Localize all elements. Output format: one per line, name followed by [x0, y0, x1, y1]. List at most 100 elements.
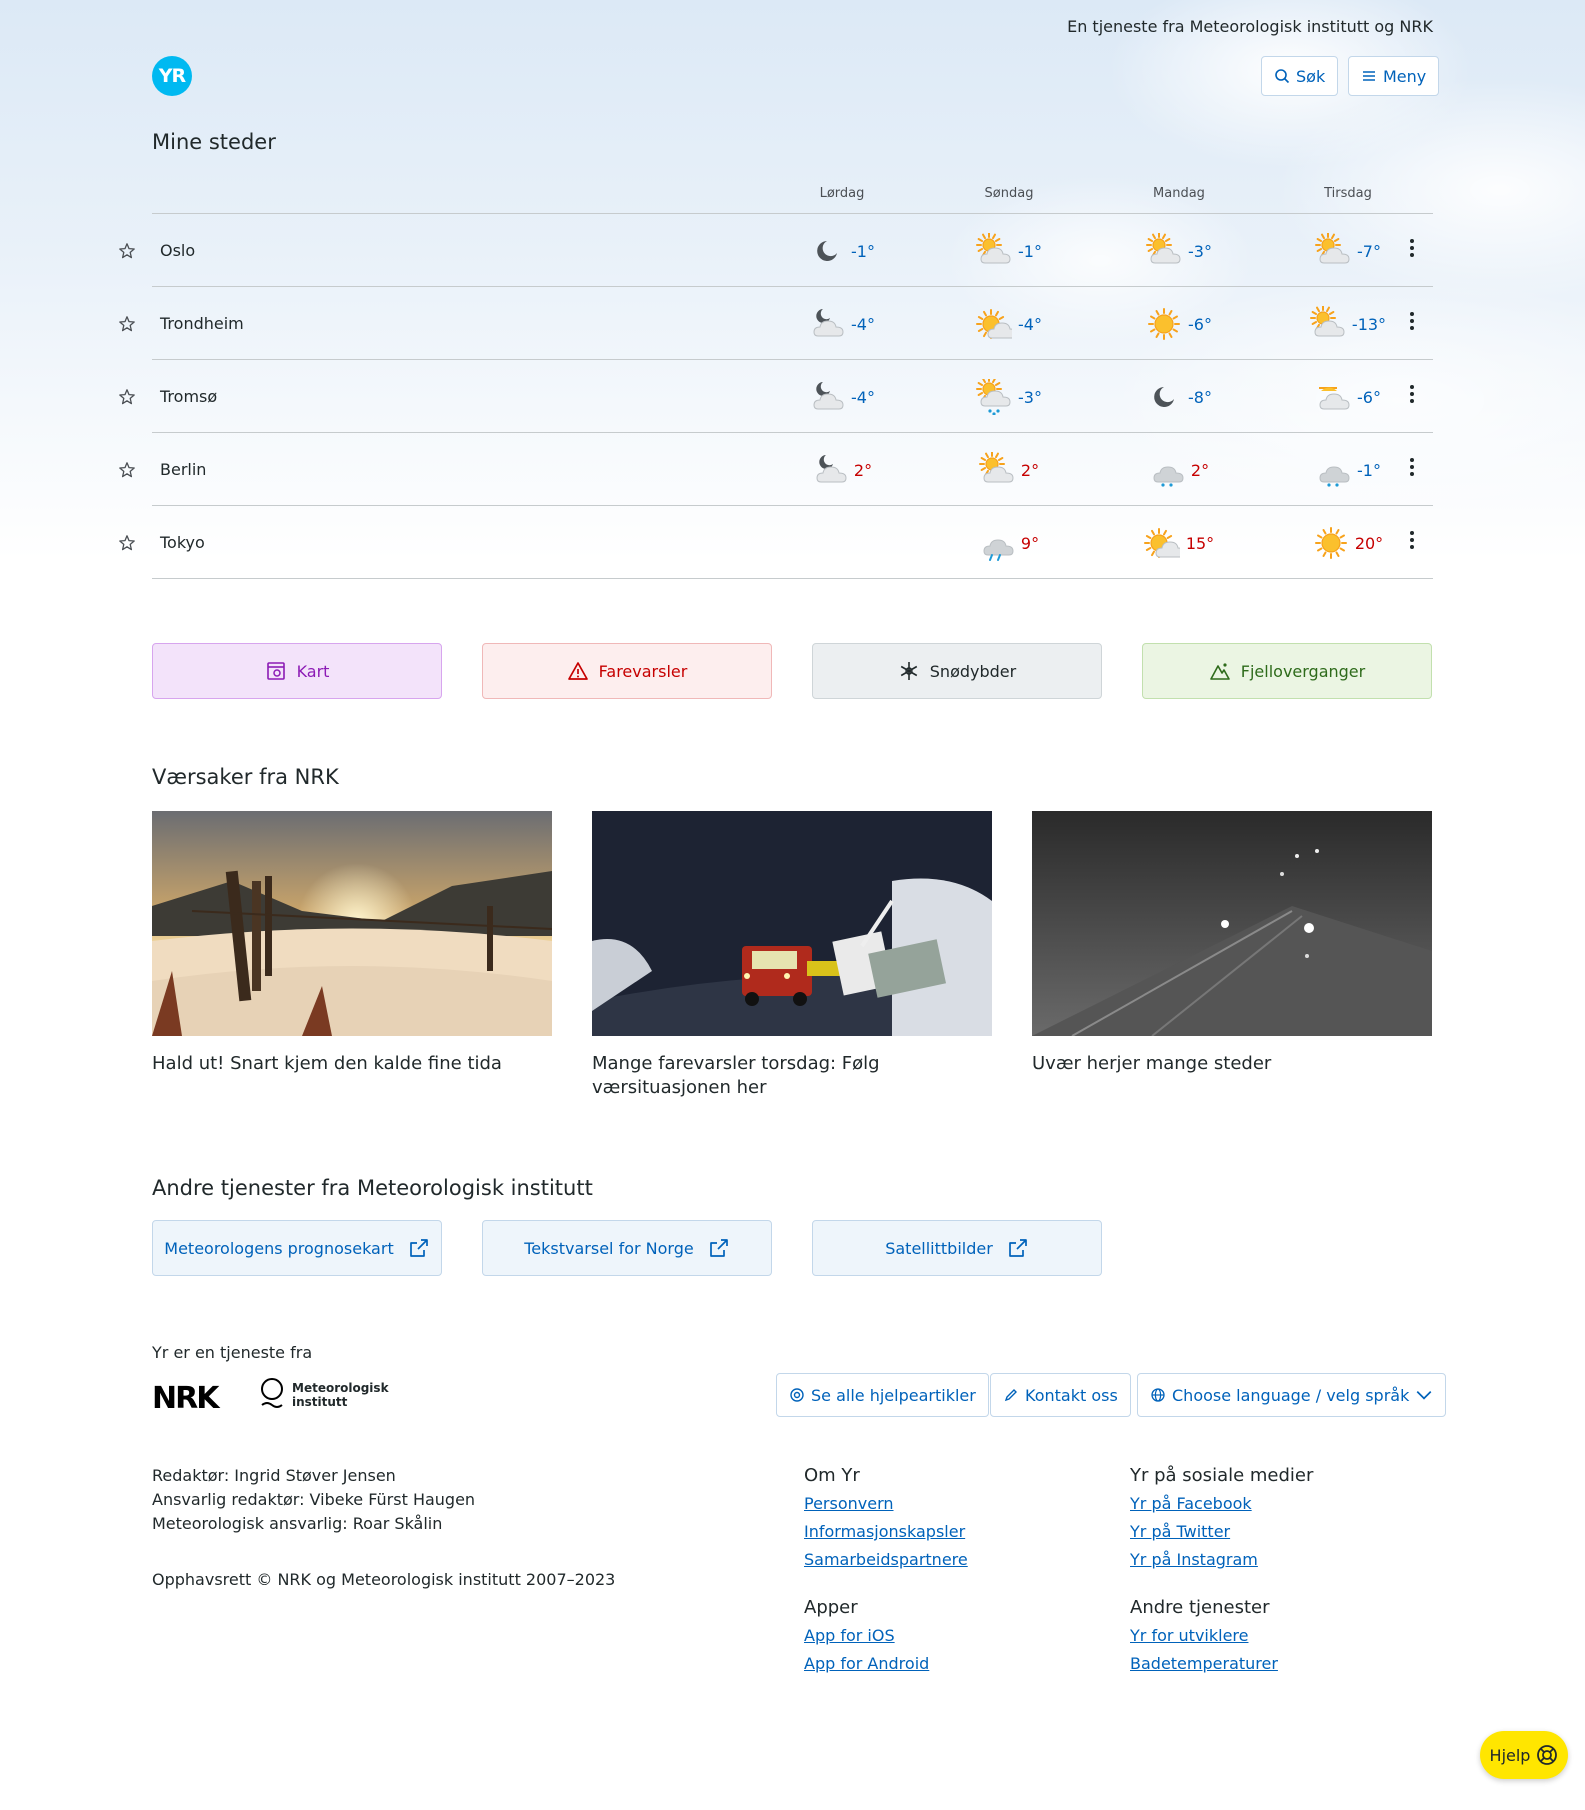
place-name[interactable]: Trondheim — [160, 314, 244, 333]
star-icon[interactable] — [118, 461, 136, 479]
footer-link[interactable]: App for Android — [804, 1650, 929, 1678]
place-row-berlin[interactable]: Berlin 2° 2° 2° -1° — [119, 433, 1433, 506]
footer-link[interactable]: Informasjonskapsler — [804, 1518, 968, 1546]
place-name[interactable]: Berlin — [160, 460, 206, 479]
met-logo[interactable]: Meteorologisk institutt — [260, 1377, 389, 1413]
menu-button[interactable]: Meny — [1348, 56, 1440, 96]
place-row-tromsø[interactable]: Tromsø -4° -3° -8° -6° — [119, 360, 1433, 433]
star-icon[interactable] — [118, 388, 136, 406]
forecast-cell[interactable]: -4° — [777, 306, 907, 342]
place-row-trondheim[interactable]: Trondheim -4° -4° -6° -13° — [119, 287, 1433, 360]
quicklink-fjelloverganger-button[interactable]: Fjelloverganger — [1142, 643, 1432, 699]
partly-cloudy-icon — [978, 452, 1014, 483]
footer-column-other-services: Andre tjenester Yr for utviklere Badetem… — [1130, 1597, 1278, 1678]
quicklink-label: Farevarsler — [598, 661, 688, 681]
footer-column-title: Apper — [804, 1597, 858, 1618]
more-options-icon[interactable] — [1409, 458, 1415, 480]
forecast-cell[interactable]: 2° — [777, 452, 907, 488]
temperature: -1° — [1018, 241, 1042, 261]
place-row-oslo[interactable]: Oslo -1° -1° -3° -7° — [119, 214, 1433, 287]
day-header: Tirsdag — [1324, 186, 1372, 201]
forecast-cell[interactable]: 9° — [944, 525, 1074, 561]
service-link[interactable]: Meteorologens prognosekart — [152, 1220, 442, 1276]
article-caption: Mange farevarsler torsdag: Følg værsitua… — [592, 1053, 880, 1098]
nrk-logo[interactable]: NRK — [152, 1381, 219, 1416]
quicklink-kart-button[interactable]: Kart — [152, 643, 442, 699]
forecast-cell[interactable]: -1° — [777, 233, 907, 269]
place-name[interactable]: Tromsø — [160, 387, 217, 406]
copyright-text: Opphavsrett © NRK og Meteorologisk insti… — [152, 1570, 616, 1589]
service-link[interactable]: Tekstvarsel for Norge — [482, 1220, 772, 1276]
star-icon[interactable] — [118, 534, 136, 552]
footer-column-title: Andre tjenester — [1130, 1597, 1270, 1618]
fair-icon — [976, 309, 1013, 339]
article-caption: Uvær herjer mange steder — [1032, 1053, 1272, 1074]
search-button[interactable]: Søk — [1261, 56, 1339, 96]
external-link-icon — [409, 1239, 428, 1257]
forecast-cell[interactable]: -13° — [1283, 306, 1413, 342]
place-name[interactable]: Oslo — [160, 241, 195, 260]
help-button[interactable]: Hjelp — [1480, 1731, 1568, 1779]
forecast-cell[interactable]: -1° — [1283, 452, 1413, 488]
forecast-cell[interactable]: -3° — [1114, 233, 1244, 269]
header-tagline: En tjeneste fra Meteorologisk institutt … — [1067, 17, 1433, 36]
forecast-cell[interactable]: -4° — [777, 379, 907, 415]
help-articles-button[interactable]: Se alle hjelpeartikler — [776, 1373, 989, 1417]
footer-link[interactable]: Yr på Instagram — [1130, 1546, 1313, 1574]
sleet-icon — [1153, 466, 1184, 487]
more-options-icon[interactable] — [1409, 312, 1415, 334]
editor-text: Redaktør: Ingrid Støver Jensen — [152, 1466, 396, 1485]
more-options-icon[interactable] — [1409, 531, 1415, 553]
forecast-cell[interactable]: -8° — [1114, 379, 1244, 415]
menu-label: Meny — [1383, 66, 1427, 86]
temperature: -6° — [1357, 387, 1381, 407]
polar-twilight-cloudy-icon — [1319, 387, 1350, 410]
temperature: -4° — [851, 314, 875, 334]
star-icon[interactable] — [118, 315, 136, 333]
lifebuoy-icon — [1537, 1745, 1558, 1765]
forecast-cell[interactable]: 15° — [1114, 525, 1244, 561]
night-cloudy-icon — [813, 382, 844, 410]
temperature: -7° — [1357, 241, 1381, 261]
place-row-tokyo[interactable]: Tokyo 9° 15° 20° — [119, 506, 1433, 579]
article-image-truck-night — [592, 811, 992, 1036]
forecast-cell[interactable]: 2° — [944, 452, 1074, 488]
footer-link[interactable]: App for iOS — [804, 1622, 929, 1650]
footer-link[interactable]: Personvern — [804, 1490, 968, 1518]
editor-info: Redaktør: Ingrid Støver Jensen Ansvarlig… — [152, 1464, 475, 1536]
yr-logo[interactable]: YR — [152, 56, 192, 96]
forecast-cell[interactable]: -1° — [944, 233, 1074, 269]
temperature: -3° — [1018, 387, 1042, 407]
forecast-cell[interactable]: 2° — [1114, 452, 1244, 488]
star-icon[interactable] — [118, 242, 136, 260]
quicklink-snødybder-button[interactable]: Snødybder — [812, 643, 1102, 699]
pencil-icon — [1004, 1389, 1017, 1402]
help-articles-label: Se alle hjelpeartikler — [811, 1385, 976, 1405]
place-name[interactable]: Tokyo — [160, 533, 205, 552]
more-options-icon[interactable] — [1409, 239, 1415, 261]
forecast-cell[interactable]: 20° — [1283, 525, 1413, 561]
forecast-cell[interactable]: -6° — [1114, 306, 1244, 342]
forecast-cell[interactable]: -3° — [944, 379, 1074, 415]
language-label: Choose language / velg språk — [1172, 1385, 1410, 1405]
article-card[interactable]: Mange farevarsler torsdag: Følg værsitua… — [592, 811, 992, 1100]
article-card[interactable]: Hald ut! Snart kjem den kalde fine tida — [152, 811, 552, 1076]
quicklink-farevarsler-button[interactable]: Farevarsler — [482, 643, 772, 699]
footer-link[interactable]: Yr på Twitter — [1130, 1518, 1313, 1546]
more-options-icon[interactable] — [1409, 385, 1415, 407]
language-select[interactable]: Choose language / velg språk — [1137, 1373, 1447, 1417]
footer-link[interactable]: Badetemperaturer — [1130, 1650, 1278, 1678]
temperature: -3° — [1188, 241, 1212, 261]
service-of-text: Yr er en tjeneste fra — [152, 1343, 313, 1362]
map-icon — [266, 662, 285, 680]
temperature: 9° — [1020, 533, 1040, 553]
footer-link[interactable]: Samarbeidspartnere — [804, 1546, 968, 1574]
footer-link[interactable]: Yr for utviklere — [1130, 1622, 1278, 1650]
footer-link[interactable]: Yr på Facebook — [1130, 1490, 1313, 1518]
article-card[interactable]: Uvær herjer mange steder — [1032, 811, 1432, 1076]
forecast-cell[interactable]: -7° — [1283, 233, 1413, 269]
service-link[interactable]: Satellittbilder — [812, 1220, 1102, 1276]
contact-button[interactable]: Kontakt oss — [990, 1373, 1131, 1417]
forecast-cell[interactable]: -6° — [1283, 379, 1413, 415]
forecast-cell[interactable]: -4° — [944, 306, 1074, 342]
